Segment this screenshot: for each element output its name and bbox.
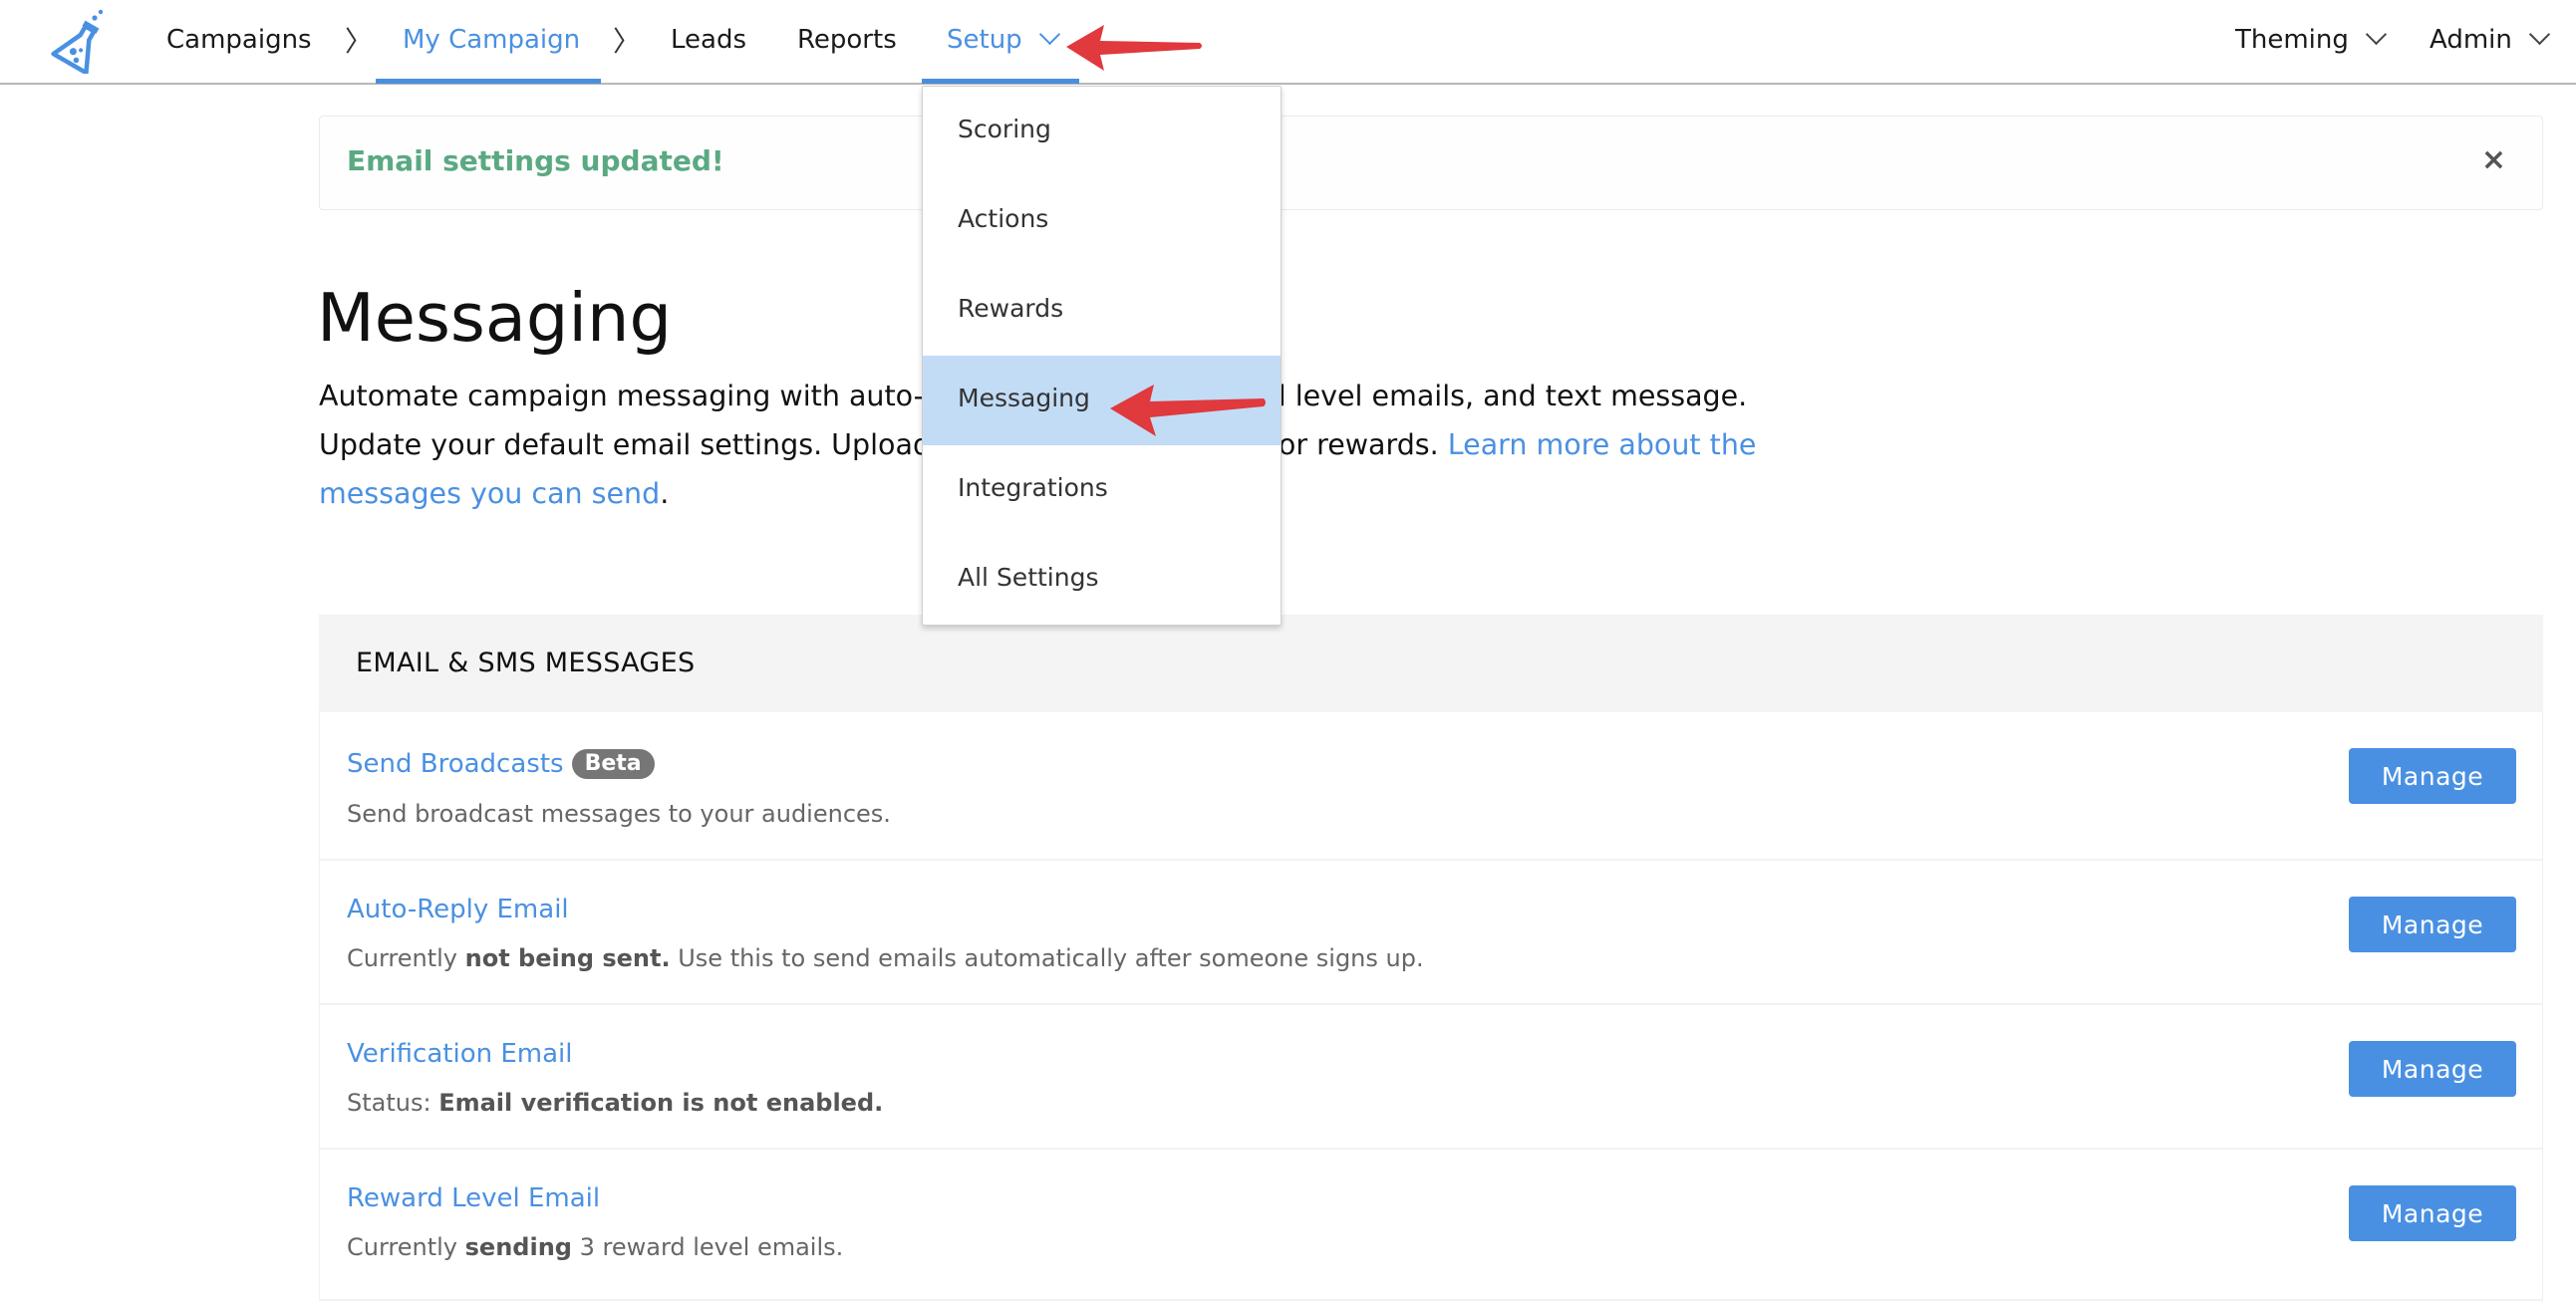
flask-logo-icon[interactable] [48, 8, 110, 74]
message-row: Verification Email Status: Email verific… [319, 1005, 2543, 1150]
row-description: Status: Email verification is not enable… [347, 1089, 883, 1117]
row-description: Currently sending 3 reward level emails. [347, 1233, 843, 1261]
setup-dropdown-menu: Scoring Actions Rewards Messaging Integr… [922, 86, 1282, 626]
send-broadcasts-link[interactable]: Send Broadcasts Beta [347, 749, 655, 781]
setup-tab-indicator [922, 79, 1079, 84]
active-tab-indicator [376, 79, 601, 84]
menu-item-label: Rewards [958, 294, 1064, 323]
desc-text: Status: [347, 1089, 439, 1117]
desc-status: Email verification is not enabled. [438, 1089, 884, 1117]
desc-status: sending [464, 1233, 572, 1261]
message-row: Auto-Reply Email Currently not being sen… [319, 861, 2543, 1005]
nav-campaigns[interactable]: Campaigns [166, 22, 312, 58]
description-end: . [660, 477, 670, 510]
setup-label: Setup [947, 25, 1022, 55]
auto-reply-email-link[interactable]: Auto-Reply Email [347, 895, 569, 924]
theming-label: Theming [2235, 25, 2349, 55]
menu-item-actions[interactable]: Actions [923, 176, 1281, 266]
row-description: Currently not being sent. Use this to se… [347, 944, 1424, 972]
menu-item-label: Integrations [958, 473, 1108, 502]
desc-text: Currently [347, 1233, 465, 1261]
menu-item-label: Messaging [958, 384, 1090, 412]
row-description: Send broadcast messages to your audience… [347, 800, 891, 828]
manage-broadcasts-button[interactable]: Manage [2349, 748, 2516, 804]
alert-message: Email settings updated! [347, 144, 724, 177]
menu-item-label: Scoring [958, 115, 1051, 143]
row-title-text: Send Broadcasts [347, 749, 564, 779]
menu-item-all-settings[interactable]: All Settings [923, 535, 1281, 625]
desc-status: not being sent. [464, 944, 671, 972]
menu-item-label: Actions [958, 204, 1049, 233]
nav-setup-dropdown[interactable]: Setup [947, 22, 1060, 58]
reward-level-email-link[interactable]: Reward Level Email [347, 1183, 600, 1213]
menu-item-messaging[interactable]: Messaging [923, 356, 1281, 445]
manage-auto-reply-button[interactable]: Manage [2349, 897, 2516, 952]
menu-item-rewards[interactable]: Rewards [923, 266, 1281, 356]
chevron-down-icon [1038, 23, 1060, 46]
admin-label: Admin [2430, 25, 2512, 55]
nav-theming-dropdown[interactable]: Theming [2235, 22, 2387, 58]
success-alert: Email settings updated! × [319, 116, 2543, 210]
section-header: EMAIL & SMS MESSAGES [319, 615, 2543, 712]
nav-reports[interactable]: Reports [797, 22, 897, 58]
desc-text: Currently [347, 944, 465, 972]
nav-admin-dropdown[interactable]: Admin [2430, 22, 2550, 58]
desc-text: Send broadcast messages to your audience… [347, 800, 891, 828]
manage-reward-level-button[interactable]: Manage [2349, 1185, 2516, 1241]
menu-item-label: All Settings [958, 563, 1099, 592]
desc-text: 3 reward level emails. [571, 1233, 844, 1261]
manage-verification-button[interactable]: Manage [2349, 1041, 2516, 1097]
chevron-down-icon [2365, 23, 2387, 46]
breadcrumb-chevron-icon: 〉 [345, 25, 374, 58]
chevron-down-icon [2528, 23, 2550, 46]
message-row: Send Broadcasts Beta Send broadcast messa… [319, 712, 2543, 861]
nav-my-campaign[interactable]: My Campaign [403, 22, 580, 58]
verification-email-link[interactable]: Verification Email [347, 1039, 572, 1069]
breadcrumb-chevron-icon: 〉 [613, 25, 642, 58]
message-row: Reward Level Email Currently sending 3 r… [319, 1150, 2543, 1301]
nav-leads[interactable]: Leads [671, 22, 746, 58]
desc-text: Use this to send emails automatically af… [670, 944, 1424, 972]
beta-badge: Beta [571, 749, 655, 779]
menu-item-integrations[interactable]: Integrations [923, 445, 1281, 535]
page-title: Messaging [317, 279, 673, 357]
top-navbar: Campaigns 〉 My Campaign 〉 Leads Reports … [0, 0, 2576, 85]
section-title: EMAIL & SMS MESSAGES [356, 648, 696, 678]
menu-item-scoring[interactable]: Scoring [923, 87, 1281, 176]
close-icon[interactable]: × [2481, 142, 2506, 178]
